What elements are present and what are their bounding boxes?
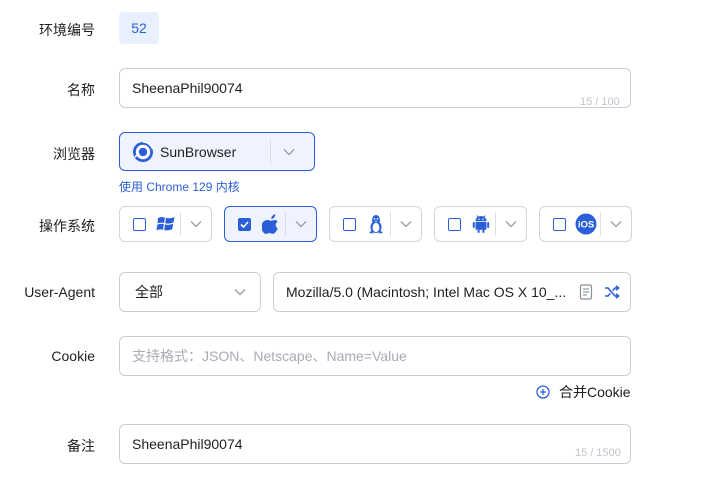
- chevron-down-icon[interactable]: [271, 148, 307, 156]
- env-id-badge: 52: [119, 12, 159, 44]
- android-checkbox[interactable]: [448, 217, 461, 231]
- remark-input-value: SheenaPhil90074: [132, 436, 243, 452]
- user-agent-filter-value: 全部: [135, 284, 163, 300]
- user-agent-input[interactable]: Mozilla/5.0 (Macintosh; Intel Mac OS X 1…: [273, 272, 631, 312]
- name-input[interactable]: SheenaPhil90074: [119, 68, 631, 108]
- os-option-android[interactable]: [434, 206, 527, 242]
- cookie-label: Cookie: [51, 348, 95, 364]
- browser-value: SunBrowser: [160, 143, 237, 160]
- user-agent-value: Mozilla/5.0 (Macintosh; Intel Mac OS X 1…: [286, 284, 567, 300]
- chevron-down-icon[interactable]: [181, 220, 211, 228]
- chevron-down-icon[interactable]: [601, 220, 631, 228]
- sunbrowser-icon: [132, 140, 154, 163]
- document-icon[interactable]: [579, 284, 593, 300]
- plus-circle-icon: [536, 385, 550, 399]
- name-counter: 15 / 100: [580, 96, 620, 108]
- remark-counter: 15 / 1500: [575, 447, 621, 459]
- shuffle-icon[interactable]: [604, 285, 620, 299]
- chevron-down-icon[interactable]: [391, 220, 421, 228]
- os-option-windows[interactable]: [119, 206, 212, 242]
- linux-checkbox[interactable]: [343, 217, 356, 231]
- name-input-value: SheenaPhil90074: [132, 80, 243, 96]
- remark-label: 备注: [67, 438, 95, 454]
- browser-kernel-hint: 使用 Chrome 129 内核: [119, 180, 240, 194]
- apple-icon: [260, 213, 282, 235]
- user-agent-label: User-Agent: [24, 284, 95, 300]
- browser-label: 浏览器: [53, 146, 95, 162]
- ios-icon: iOS: [575, 213, 597, 235]
- windows-icon: [155, 213, 177, 235]
- chevron-down-icon[interactable]: [286, 220, 316, 228]
- user-agent-filter-select[interactable]: 全部: [119, 272, 261, 312]
- browser-select[interactable]: SunBrowser: [119, 132, 315, 171]
- os-option-macos[interactable]: [224, 206, 317, 242]
- merge-cookie-button[interactable]: 合并Cookie: [536, 382, 631, 402]
- android-icon: [470, 213, 492, 235]
- remark-input[interactable]: SheenaPhil90074: [119, 424, 631, 464]
- merge-cookie-label: 合并Cookie: [559, 384, 631, 400]
- os-option-linux[interactable]: [329, 206, 422, 242]
- macos-checkbox[interactable]: [238, 217, 251, 231]
- os-label: 操作系统: [39, 218, 95, 234]
- windows-checkbox[interactable]: [133, 217, 146, 231]
- cookie-input[interactable]: 支持格式：JSON、Netscape、Name=Value: [119, 336, 631, 376]
- env-id-label: 环境编号: [39, 22, 95, 38]
- chevron-down-icon: [234, 288, 246, 296]
- linux-icon: [365, 213, 387, 235]
- name-label: 名称: [67, 82, 95, 98]
- os-option-ios[interactable]: iOS: [539, 206, 632, 242]
- svg-text:iOS: iOS: [578, 220, 594, 231]
- ios-checkbox[interactable]: [553, 217, 566, 231]
- chevron-down-icon[interactable]: [496, 220, 526, 228]
- cookie-placeholder: 支持格式：JSON、Netscape、Name=Value: [132, 348, 407, 364]
